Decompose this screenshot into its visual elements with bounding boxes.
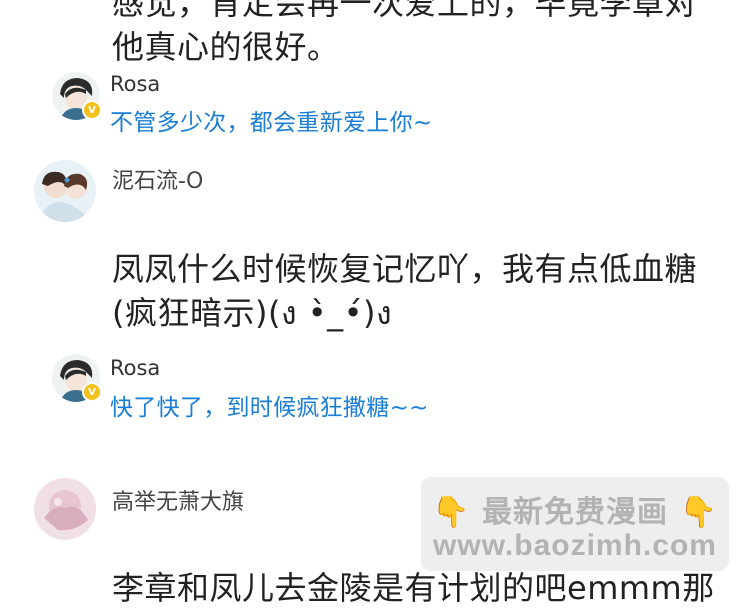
reply-username[interactable]: Rosa	[110, 72, 160, 96]
comment-username[interactable]: 高举无萧大旗	[112, 484, 244, 516]
watermark-title: 最新免费漫画	[482, 495, 668, 530]
comment-text-line: 感觉，肯定会再一次爱上的，毕竟李章对	[112, 0, 698, 22]
avatar[interactable]	[34, 160, 96, 222]
comment-text-line: (疯狂暗示)(ง •̀_•́)ง	[112, 294, 393, 332]
comment-text-line: 凤凤什么时候恢复记忆吖，我有点低血糖	[112, 250, 698, 288]
pointing-hand-icon: 👇	[432, 495, 471, 530]
watermark: 👇 最新免费漫画 👇 www.baozimh.com	[421, 477, 729, 571]
comment-username[interactable]: 泥石流-O	[112, 163, 203, 195]
verified-badge-icon: V	[82, 100, 102, 120]
reply-text: 快了快了，到时候疯狂撒糖~~	[110, 395, 429, 421]
pointing-hand-icon: 👇	[679, 495, 718, 530]
reply-username[interactable]: Rosa	[110, 356, 160, 380]
comment-text-line: 他真心的很好。	[112, 28, 340, 66]
avatar[interactable]	[34, 478, 96, 540]
watermark-title-row: 👇 最新免费漫画 👇	[421, 487, 729, 531]
reply-text: 不管多少次，都会重新爱上你~	[110, 110, 433, 136]
verified-badge-icon: V	[82, 382, 102, 402]
watermark-url: www.baozimh.com	[433, 529, 717, 562]
